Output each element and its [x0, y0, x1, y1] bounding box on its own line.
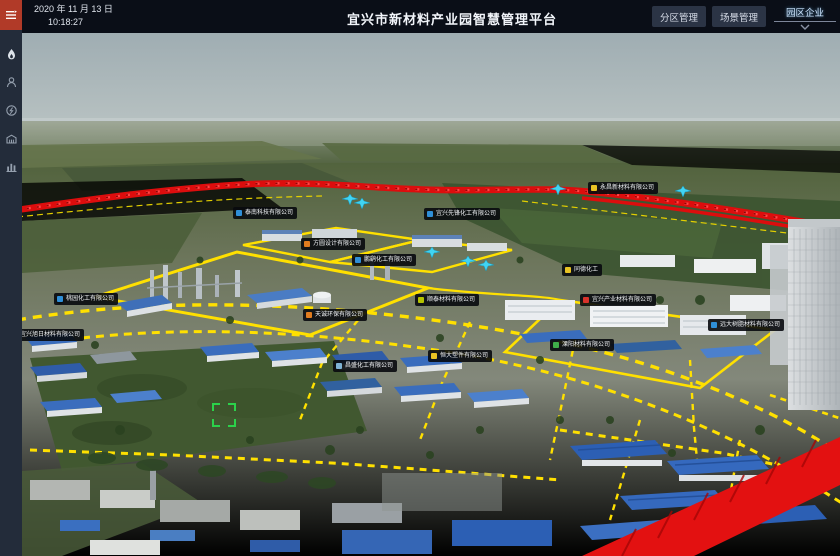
company-name: 同德化工	[574, 267, 598, 273]
hamburger-icon	[5, 9, 17, 21]
datetime-display: 2020 年 11 月 13 日 10:18:27	[34, 3, 113, 28]
statistics-tool[interactable]	[0, 152, 22, 180]
company-marker-icon	[553, 342, 559, 348]
company-marker-icon	[583, 297, 589, 303]
company-name: 宜兴旭日材料有限公司	[22, 332, 80, 338]
personnel-tool[interactable]	[0, 68, 22, 96]
power-icon	[5, 104, 18, 117]
fire-monitor-tool[interactable]	[0, 40, 22, 68]
page-title: 宜兴市新材料产业园智慧管理平台	[322, 9, 582, 28]
company-label[interactable]: 溧阳材料有限公司	[550, 339, 614, 351]
company-label[interactable]: 天诚环保有限公司	[303, 309, 367, 321]
company-name: 恒大塑件有限公司	[440, 353, 488, 359]
company-marker-icon	[306, 312, 312, 318]
company-marker-icon	[418, 297, 424, 303]
company-label[interactable]: 恒大塑件有限公司	[428, 350, 492, 362]
company-name: 鹏鹞化工有限公司	[364, 257, 412, 263]
company-name: 桃园化工有限公司	[66, 296, 114, 302]
menu-button[interactable]	[0, 0, 22, 30]
company-marker-icon	[591, 185, 597, 191]
dropdown-label: 园区企业	[786, 2, 824, 21]
date-text: 2020 年 11 月 13 日	[34, 3, 113, 16]
company-label[interactable]: 宜兴产业材料有限公司	[580, 294, 656, 306]
company-marker-icon	[565, 267, 571, 273]
company-label[interactable]: 远大树脂材料有限公司	[708, 319, 784, 331]
company-label[interactable]: 宜兴先锋化工有限公司	[424, 208, 500, 220]
company-name: 宜兴先锋化工有限公司	[436, 211, 496, 217]
company-name: 永昌新材料有限公司	[600, 185, 654, 191]
company-name: 溧阳材料有限公司	[562, 342, 610, 348]
company-label[interactable]: 永昌新材料有限公司	[588, 182, 658, 194]
company-marker-icon	[336, 363, 342, 369]
company-label[interactable]: 方圆设计有限公司	[301, 238, 365, 250]
toolbar-sidebar	[0, 0, 22, 556]
zone-management-button[interactable]: 分区管理	[652, 6, 706, 27]
company-label[interactable]: 宜兴旭日材料有限公司	[22, 329, 84, 341]
factory-icon	[5, 132, 18, 145]
company-marker-icon	[427, 211, 433, 217]
company-marker-icon	[431, 353, 437, 359]
company-name: 方圆设计有限公司	[313, 241, 361, 247]
smart-park-platform: 2020 年 11 月 13 日 10:18:27 宜兴市新材料产业园智慧管理平…	[0, 0, 840, 556]
company-marker-icon	[304, 241, 310, 247]
chevron-down-icon	[799, 24, 811, 30]
scene-management-button[interactable]: 场景管理	[712, 6, 766, 27]
top-header: 2020 年 11 月 13 日 10:18:27 宜兴市新材料产业园智慧管理平…	[22, 0, 840, 33]
enterprise-tool[interactable]	[0, 124, 22, 152]
flame-icon	[5, 48, 18, 61]
company-name: 宜兴产业材料有限公司	[592, 297, 652, 303]
map-3d-view[interactable]: 泰南科技有限公司 宜兴先锋化工有限公司 永昌新材料有限公司 方圆设计有限公司 鹏…	[22, 33, 840, 556]
park-enterprise-dropdown[interactable]: 园区企业	[772, 2, 838, 31]
company-label[interactable]: 顺泰材料有限公司	[415, 294, 479, 306]
company-name: 泰南科技有限公司	[245, 210, 293, 216]
company-label[interactable]: 鹏鹞化工有限公司	[352, 254, 416, 266]
dropdown-underline	[774, 21, 836, 22]
time-text: 10:18:27	[48, 16, 113, 29]
company-label[interactable]: 昌盛化工有限公司	[333, 360, 397, 372]
bar-chart-icon	[5, 160, 18, 173]
company-marker-icon	[57, 296, 63, 302]
company-label[interactable]: 桃园化工有限公司	[54, 293, 118, 305]
energy-tool[interactable]	[0, 96, 22, 124]
company-marker-icon	[355, 257, 361, 263]
company-marker-icon	[711, 322, 717, 328]
user-icon	[5, 76, 18, 89]
company-label[interactable]: 同德化工	[562, 264, 602, 276]
company-name: 远大树脂材料有限公司	[720, 322, 780, 328]
company-label[interactable]: 泰南科技有限公司	[233, 207, 297, 219]
company-name: 天诚环保有限公司	[315, 312, 363, 318]
company-marker-icon	[236, 210, 242, 216]
company-name: 顺泰材料有限公司	[427, 297, 475, 303]
company-name: 昌盛化工有限公司	[345, 363, 393, 369]
